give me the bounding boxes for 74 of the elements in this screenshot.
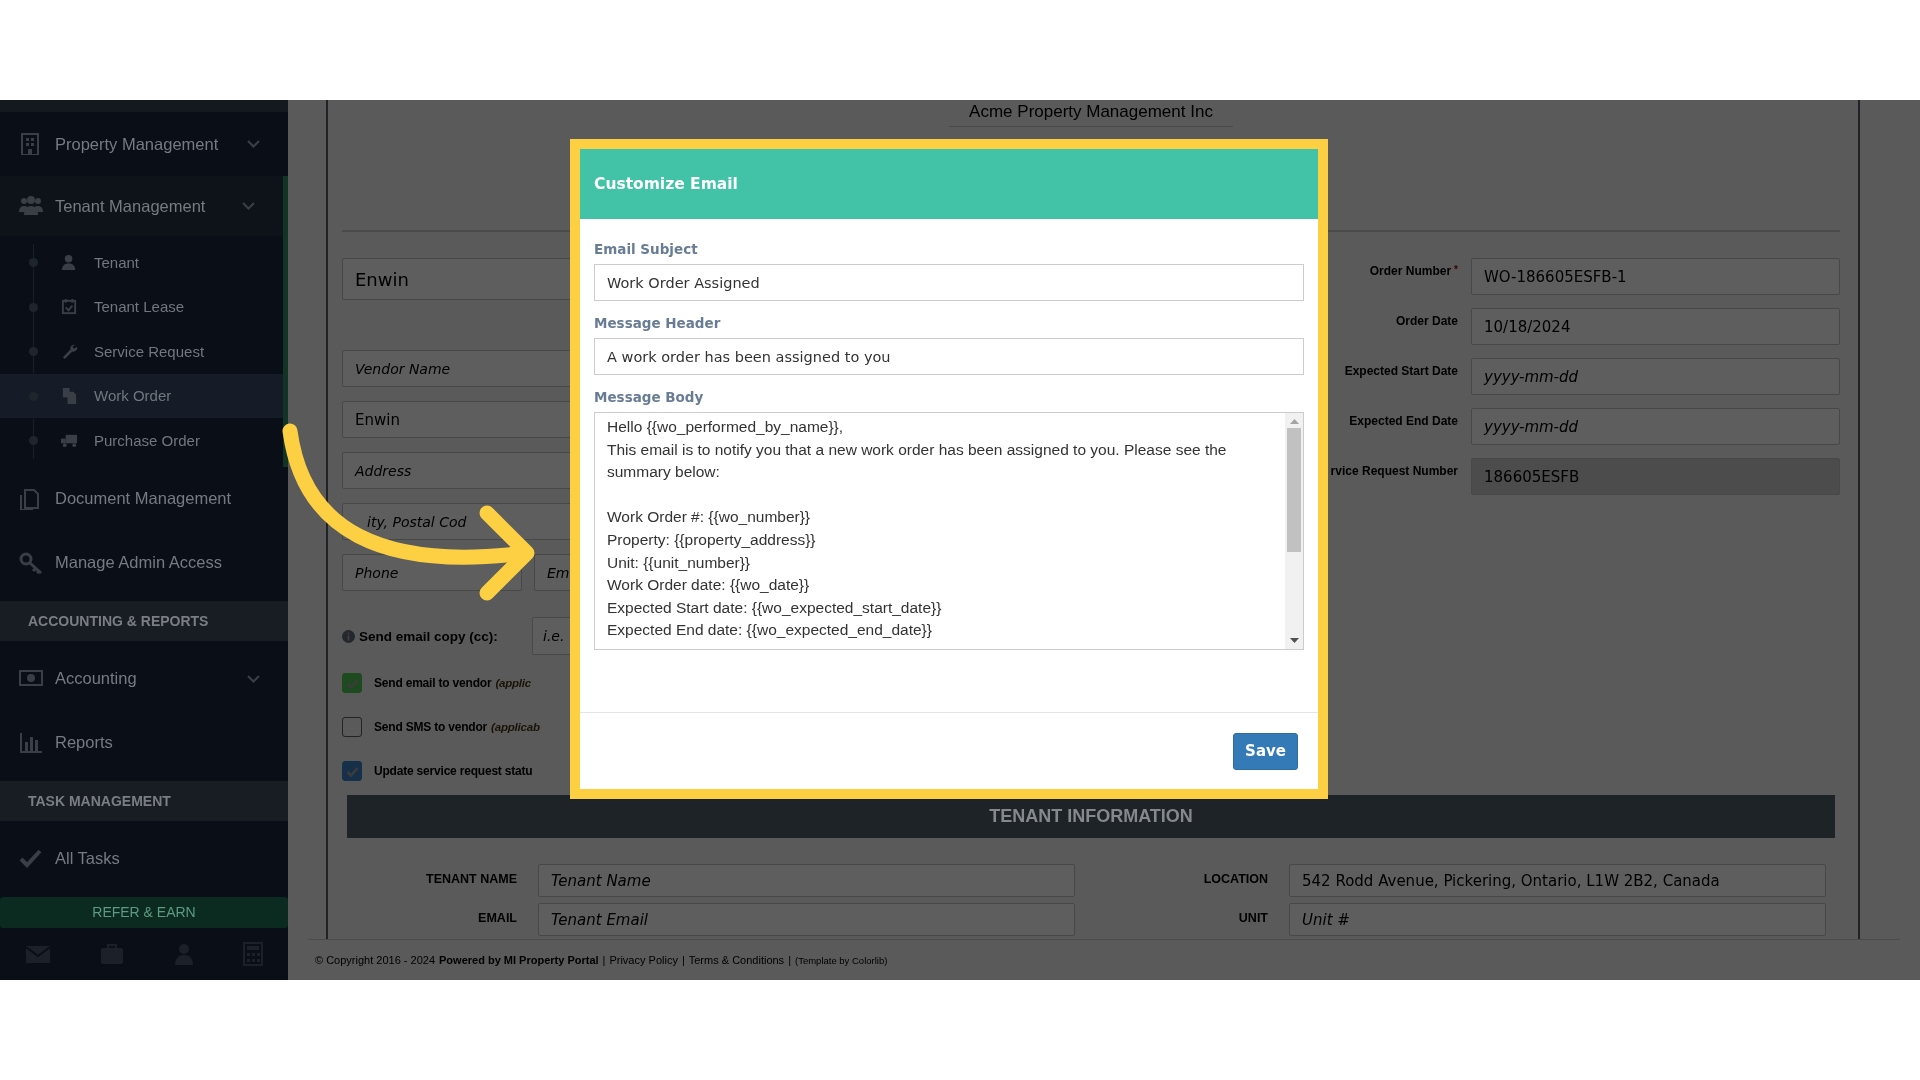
field-label: Message Body — [594, 389, 705, 405]
section-heading: ACCOUNTING & REPORTS — [0, 600, 288, 641]
sidebar-subitem[interactable]: Service Request — [0, 329, 283, 374]
option-note: (applicab — [491, 721, 540, 733]
input-field[interactable]: Work Order Assigned — [594, 264, 1304, 301]
field-label: Email Subject — [594, 241, 699, 257]
document-icon — [61, 387, 78, 405]
credit-text: (Template by Colorlib) — [795, 954, 888, 966]
input-field[interactable]: Tenant Email — [538, 903, 1075, 936]
sidebar-item[interactable]: Property Management — [0, 112, 288, 176]
sidebar-subitem[interactable]: Purchase Order — [0, 418, 283, 463]
input-field[interactable]: WO-186605ESFB-1 — [1471, 258, 1840, 295]
checkbox[interactable] — [342, 673, 362, 693]
option-label: Update service request statu — [374, 764, 533, 778]
field-label: Send email copy (cc): — [359, 628, 498, 644]
copyright-text: © Copyright 2016 - 2024 — [315, 954, 435, 966]
wrench-icon — [61, 342, 78, 360]
sidebar-item[interactable]: Manage Admin Access — [0, 530, 288, 595]
sidebar-subitem[interactable]: Tenant — [0, 240, 283, 285]
field-label: Order Date — [1395, 314, 1458, 330]
input-field[interactable]: 542 Rodd Avenue, Pickering, Ontario, L1W 2B2, Canada — [1289, 864, 1826, 897]
field-label: rvice Request Number — [1330, 464, 1458, 480]
option-label: Send SMS to vendor — [374, 720, 488, 734]
input-field[interactable]: yyyy-mm-dd — [1471, 358, 1840, 395]
refer-button[interactable]: REFER & EARN — [0, 896, 288, 928]
field-label: EMAIL — [477, 910, 517, 927]
option-label: Send email to vendor — [374, 676, 492, 690]
required-mark: * — [1454, 264, 1458, 277]
key-icon — [19, 551, 43, 574]
option-note: (applic — [495, 677, 532, 689]
input-field[interactable]: yyyy-mm-dd — [1471, 408, 1840, 445]
field-label: LOCATION — [1202, 871, 1268, 888]
field-label: Message Header — [594, 315, 722, 331]
chevron-down-icon — [242, 202, 255, 210]
separator: | — [681, 954, 685, 966]
field-label: Expected Start Date — [1344, 364, 1458, 380]
chevron-down-icon — [247, 140, 260, 148]
field-label: UNIT — [1237, 910, 1268, 927]
input-field[interactable]: A work order has been assigned to you — [594, 338, 1304, 375]
sidebar-item[interactable]: Document Management — [0, 466, 288, 531]
checkmark-icon — [19, 847, 43, 870]
separator: | — [788, 954, 791, 966]
checkbox[interactable] — [342, 761, 362, 781]
checkbox[interactable] — [342, 717, 362, 737]
section-heading: TASK MANAGEMENT — [0, 780, 288, 821]
footer-link[interactable]: Terms & Conditions — [688, 954, 785, 966]
footer-link[interactable]: Privacy Policy — [609, 954, 678, 966]
sidebar-item[interactable]: Reports — [0, 710, 288, 775]
checkmark-icon — [345, 677, 359, 689]
info-icon — [342, 629, 355, 643]
people-icon — [19, 195, 43, 217]
person-icon — [61, 253, 78, 271]
input-field[interactable]: Unit # — [1289, 903, 1826, 936]
field-label: Order Number — [1369, 264, 1452, 280]
field-label: Expected End Date — [1349, 414, 1458, 430]
sidebar-subitem[interactable]: Tenant Lease — [0, 284, 283, 329]
input-field[interactable]: 10/18/2024 — [1471, 308, 1840, 345]
page-title: Acme Property Management Inc — [949, 100, 1233, 127]
field-label: TENANT NAME — [425, 871, 517, 888]
sidebar-item[interactable]: All Tasks — [0, 826, 288, 891]
sidebar-subitem[interactable]: Work Order — [0, 373, 283, 418]
section-header: TENANT INFORMATION — [347, 795, 1835, 838]
sidebar-item[interactable]: Tenant Management — [0, 176, 283, 236]
dialog-title: Customize Email — [580, 149, 1318, 219]
input-field[interactable]: Tenant Name — [538, 864, 1075, 897]
checkmark-icon — [345, 765, 359, 777]
save-button[interactable]: Save — [1233, 732, 1298, 770]
sidebar-item[interactable]: Accounting — [0, 646, 288, 711]
separator: | — [602, 954, 606, 966]
input-field[interactable]: 186605ESFB — [1471, 458, 1840, 495]
chevron-down-icon — [247, 674, 260, 683]
bar-chart-icon — [19, 731, 43, 754]
powered-by-text: Powered by MI Property Portal — [439, 954, 599, 966]
calendar-icon — [61, 298, 78, 316]
